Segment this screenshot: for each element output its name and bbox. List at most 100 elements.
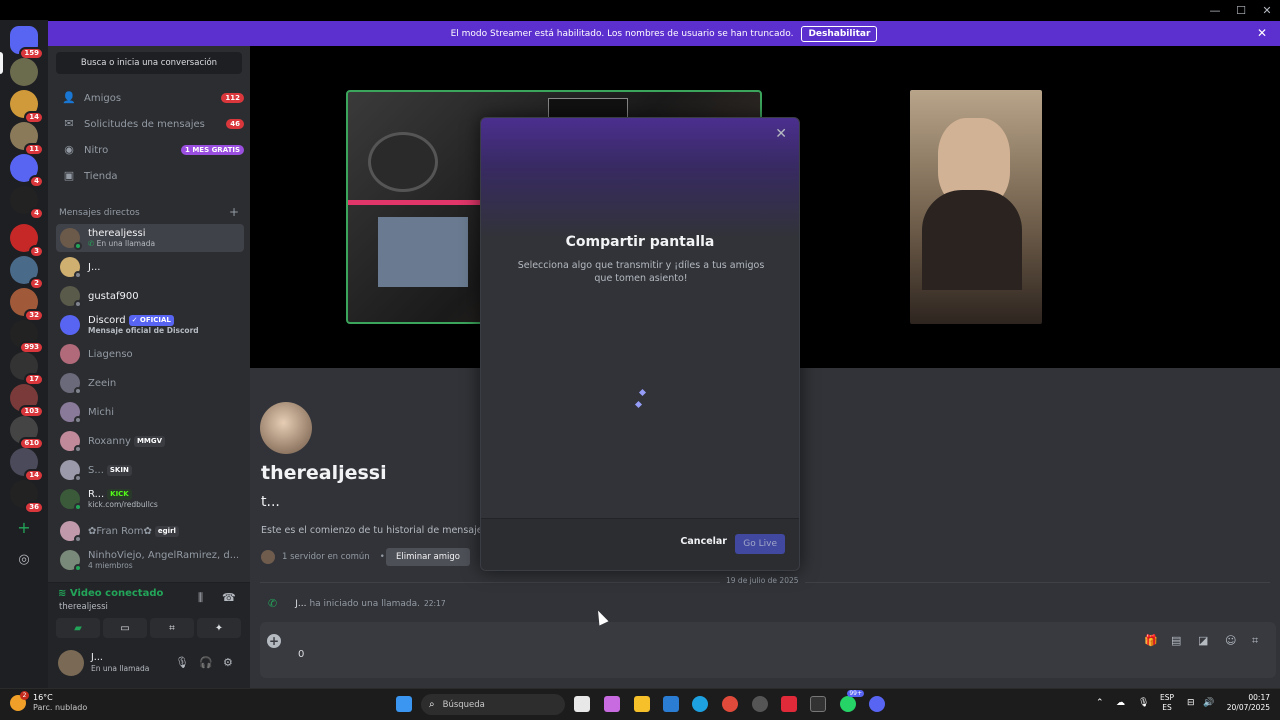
avatar [60,460,82,482]
maximize-icon[interactable]: ☐ [1228,0,1254,20]
server-icon[interactable]: 11 [10,122,44,156]
weather-icon: 2 [10,691,29,711]
message-composer[interactable]: + 0 🎁 ▤ ◪ ☺ ⌗ [260,622,1276,678]
network-icon[interactable]: ⊟ [1187,698,1195,708]
server-icon[interactable]: 4 [10,186,44,220]
soundboard-button[interactable]: ✦ [197,618,241,638]
noise-suppression-icon[interactable]: ⫼ [198,591,203,605]
dm-item[interactable]: gustaf900 [56,282,244,310]
file-explorer-icon[interactable] [634,696,650,712]
cancel-button[interactable]: Cancelar [680,536,727,547]
screen-share-button[interactable]: ▭ [103,618,147,638]
clock[interactable]: 00:17 20/07/2025 [1227,693,1270,713]
nav-message-requests[interactable]: ✉ Solicitudes de mensajes 46 [56,112,244,136]
dm-item[interactable]: Liagenso [56,340,244,368]
activity-button[interactable]: ⌗ [150,618,194,638]
remove-friend-button[interactable]: Eliminar amigo [386,548,470,566]
weather-widget[interactable]: 2 16°C Parc. nublado [10,691,88,713]
profile-avatar[interactable] [260,402,312,454]
gift-icon[interactable]: 🎁 [1144,634,1158,647]
windows-start-icon[interactable] [396,696,412,712]
upload-plus-icon[interactable]: + [267,634,281,648]
avatar [60,228,82,250]
dm-item[interactable]: J... [56,253,244,281]
dm-item[interactable]: Zeein [56,369,244,397]
cloud-icon[interactable]: ☁ [1116,698,1125,708]
server-badge: 3 [29,245,44,258]
dm-sub: ✆ En una llamada [88,239,156,248]
mic-icon[interactable]: 🎙 [175,656,189,669]
copilot-icon[interactable] [604,696,620,712]
close-window-icon[interactable]: ✕ [1254,0,1280,20]
server-icon[interactable]: 4 [10,154,44,188]
nav-friends[interactable]: 👤 Amigos 112 [56,86,244,110]
server-icon[interactable] [10,58,38,86]
server-icon[interactable]: 14 [10,90,44,124]
volume-icon[interactable]: 🔊 [1203,698,1214,708]
server-badge: 4 [29,175,44,188]
tray-overflow-icon[interactable]: ⌃ [1096,698,1104,708]
obs-icon[interactable] [752,696,768,712]
anydesk-icon[interactable] [781,696,797,712]
sticker-icon[interactable]: ◪ [1198,634,1208,647]
user-avatar[interactable] [58,650,84,676]
dm-item[interactable]: Michi [56,398,244,426]
terminal-icon[interactable] [810,696,826,712]
server-icon[interactable]: 14 [10,448,44,482]
store-icon[interactable] [663,696,679,712]
server-icon[interactable]: 2 [10,256,44,290]
whatsapp-icon[interactable]: 99+ [840,690,864,712]
nav-shop[interactable]: ▣ Tienda [56,164,244,188]
dm-item[interactable]: Discord ✓ OFICIAL Mensaje oficial de Disc… [56,311,244,339]
dm-item[interactable]: NinhoViejo, AngelRamirez, d... 4 miembro… [56,546,244,574]
nav-nitro[interactable]: ◉ Nitro 1 MES GRATIS [56,138,244,162]
apps-icon[interactable]: ⌗ [1252,634,1258,648]
add-server-icon[interactable]: + [10,514,38,542]
server-icon[interactable]: 32 [10,288,44,322]
chrome-icon[interactable] [722,696,738,712]
server-icon[interactable]: 103 [10,384,44,418]
minimize-icon[interactable]: — [1202,0,1228,20]
server-icon[interactable]: 3 [10,224,44,258]
disable-streamer-button[interactable]: Deshabilitar [801,25,878,42]
dm-item[interactable]: Roxanny MMGV [56,427,244,455]
server-icon[interactable]: 610 [10,416,44,450]
task-view-icon[interactable] [574,696,590,712]
temperature: 16°C [33,693,53,702]
explore-icon[interactable]: ◎ [10,546,38,574]
weather-text: Parc. nublado [33,703,88,712]
call-user[interactable]: J... [295,599,306,609]
gif-icon[interactable]: ▤ [1171,634,1181,647]
server-icon[interactable]: 17 [10,352,44,386]
mutual-servers[interactable]: 1 servidor en común • [261,550,385,564]
go-live-button[interactable]: Go Live [735,534,785,554]
modal-close-icon[interactable]: ✕ [775,126,787,142]
date-label: 19 de julio de 2025 [720,576,805,585]
voice-panel: ≋ Video conectado therealjessi ⫼ ☎ ▰ ▭ ⌗… [48,582,250,644]
conversation-search-button[interactable]: Busca o inicia una conversación [56,52,242,74]
dm-item[interactable]: S... SKIN [56,456,244,484]
banner-close-icon[interactable]: ✕ [1257,26,1267,40]
mic-tray-icon[interactable]: 🎙 [1138,698,1149,708]
edge-icon[interactable] [692,696,708,712]
language-indicator[interactable]: ESP ES [1160,693,1174,713]
dm-item[interactable]: R... KICK kick.com/redbullcs [56,485,244,513]
video-tile-therealjessi[interactable] [910,90,1042,324]
disconnect-icon[interactable]: ☎ [222,591,236,604]
add-dm-icon[interactable]: + [229,205,239,219]
settings-icon[interactable]: ⚙ [223,656,233,669]
camera-button[interactable]: ▰ [56,618,100,638]
dm-header-label: Mensajes directos [59,208,140,218]
server-icon[interactable]: 36 [10,480,44,514]
dm-item[interactable]: ✿Fran Rom✿ egirl [56,517,244,545]
discord-taskbar-icon[interactable] [869,696,885,712]
server-icon[interactable]: 993 [10,320,44,354]
server-icon[interactable]: 159 [10,26,44,60]
taskbar-search[interactable]: ⌕ Búsqueda [421,694,565,715]
server-avatar [261,550,275,564]
user-tag: SKIN [106,464,132,476]
headphones-icon[interactable]: 🎧 [199,656,213,669]
composer-text[interactable]: 0 [298,649,304,660]
emoji-icon[interactable]: ☺ [1225,634,1236,647]
dm-item[interactable]: therealjessi ✆ En una llamada [56,224,244,252]
